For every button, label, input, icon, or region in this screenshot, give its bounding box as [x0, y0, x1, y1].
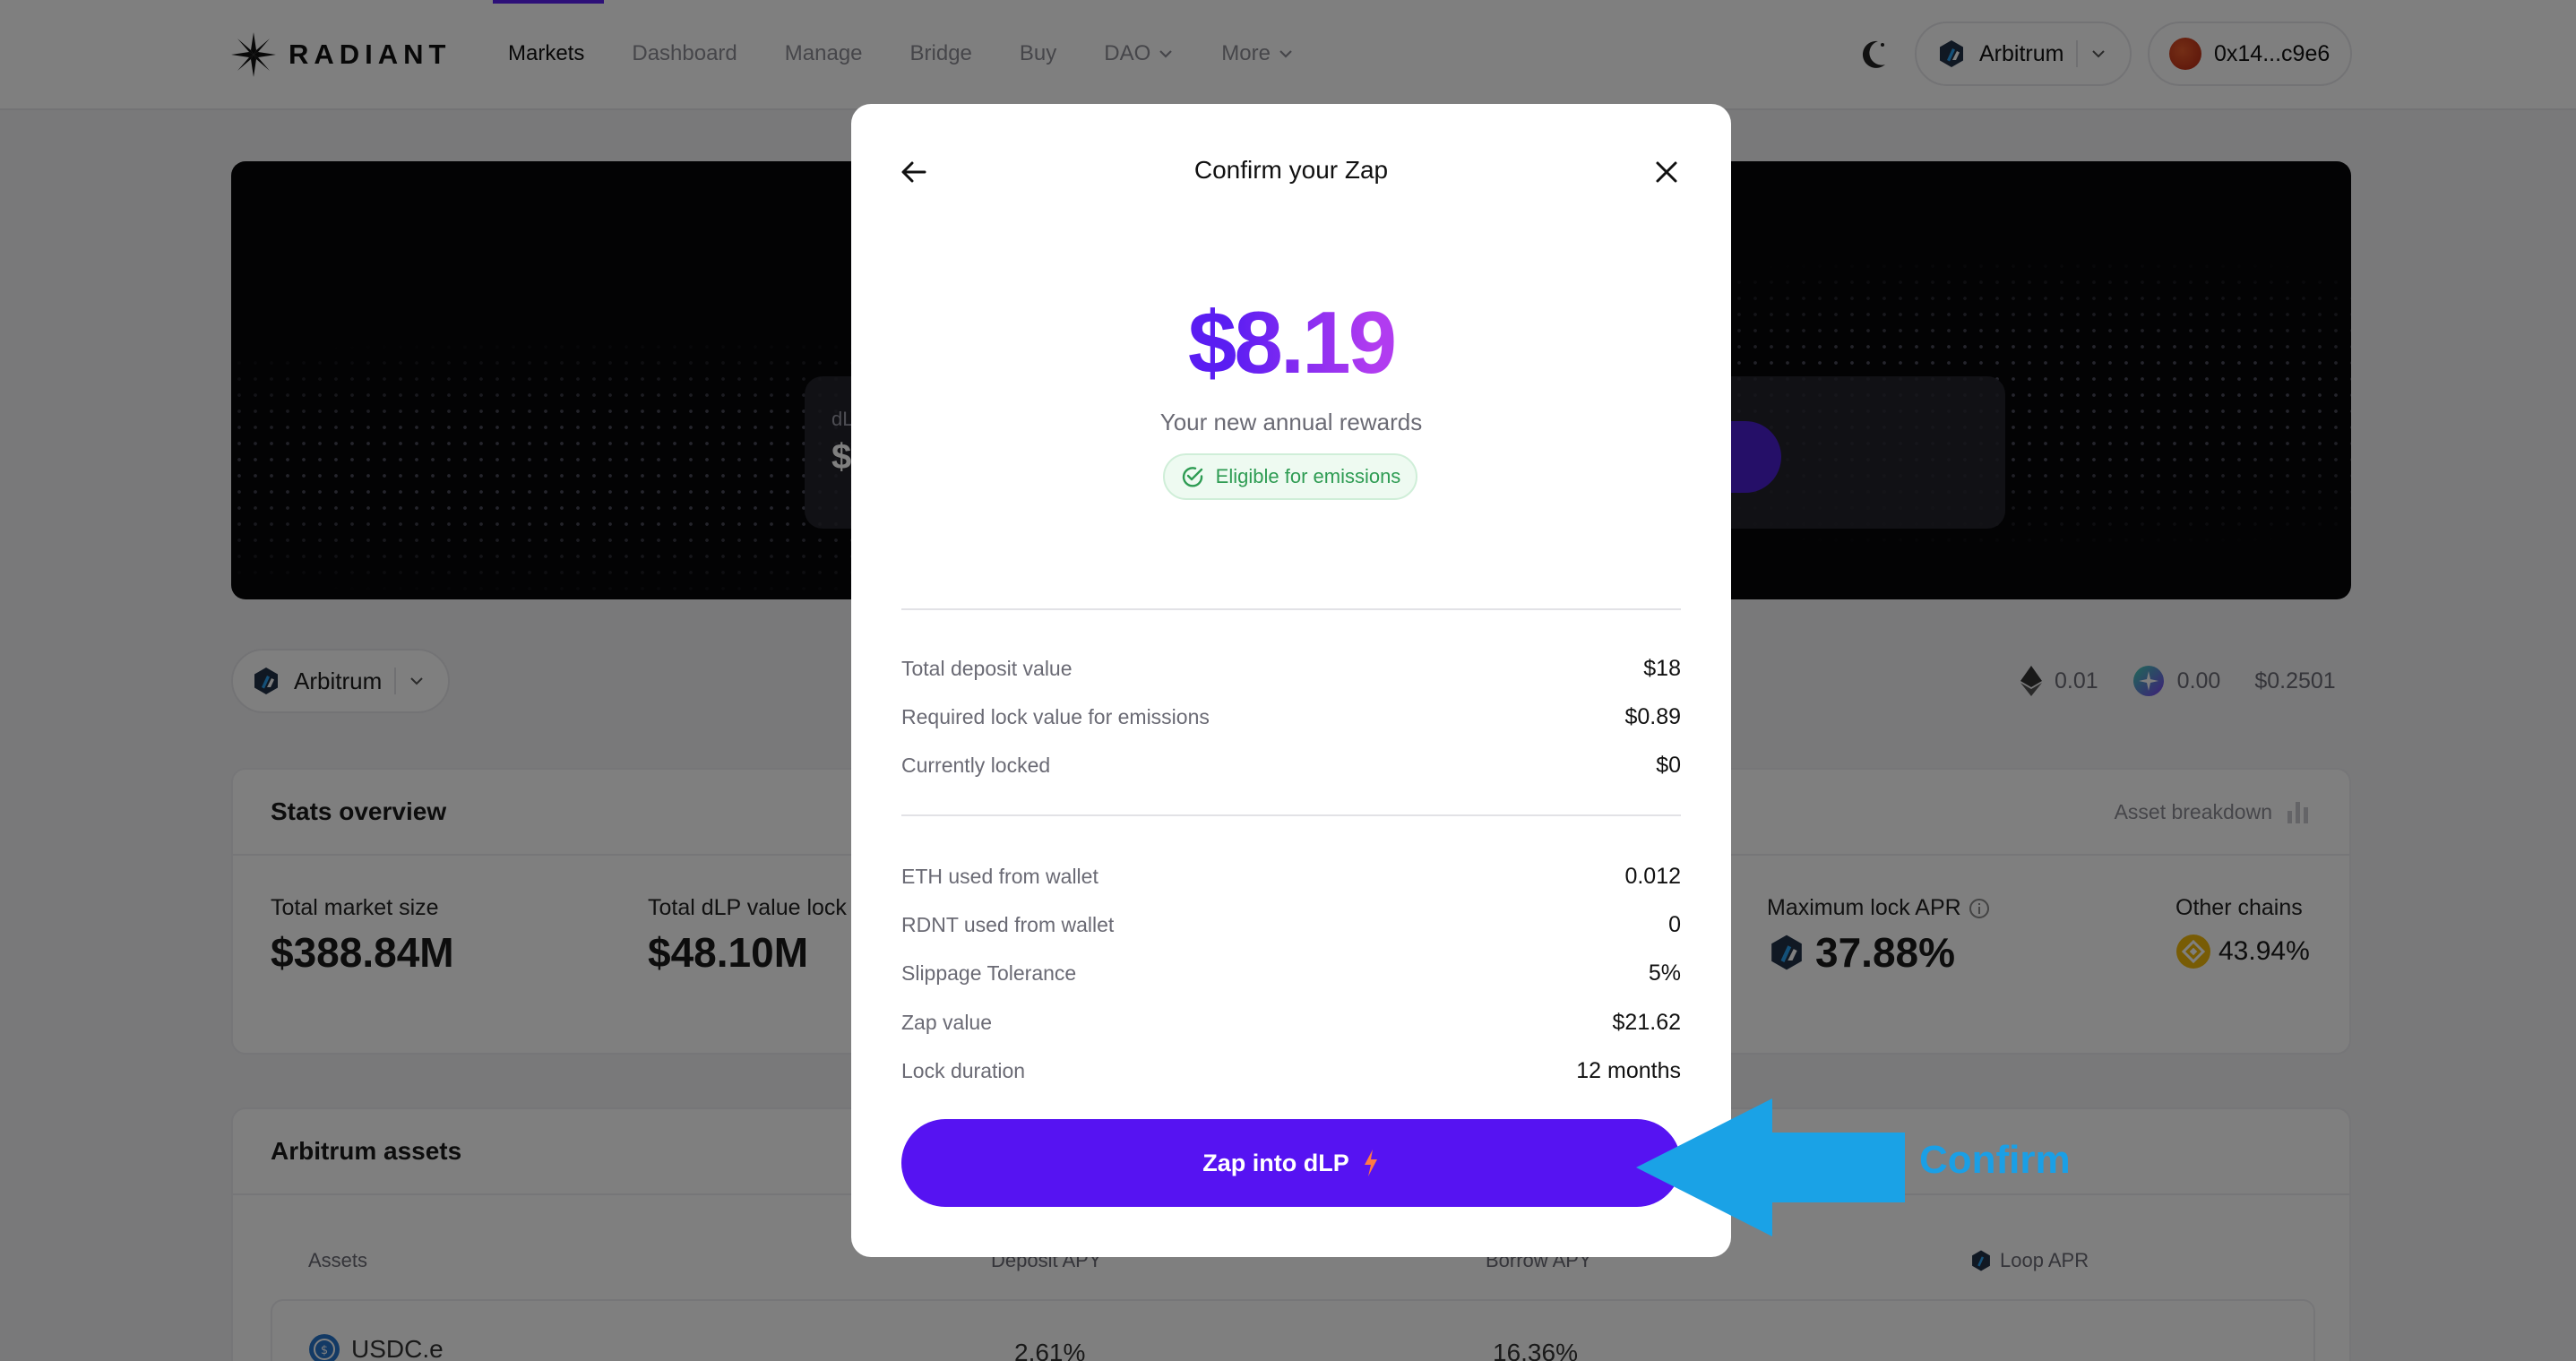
- detail-row-required-lock: Required lock value for emissions $0.89: [901, 704, 1681, 730]
- lightning-icon: [1364, 1150, 1377, 1176]
- detail-label: Zap value: [901, 1011, 993, 1034]
- detail-row-lock-duration: Lock duration 12 months: [901, 1058, 1681, 1084]
- zap-into-dlp-button[interactable]: Zap into dLP: [901, 1119, 1681, 1207]
- annual-rewards-amount: $8.19: [851, 292, 1731, 393]
- detail-label: ETH used from wallet: [901, 865, 1098, 888]
- detail-label: Required lock value for emissions: [901, 705, 1210, 728]
- detail-row-total-deposit: Total deposit value $18: [901, 656, 1681, 682]
- annual-rewards-label: Your new annual rewards: [1159, 409, 1423, 435]
- detail-value: $0: [1656, 753, 1681, 778]
- detail-row-zap-value: Zap value $21.62: [901, 1010, 1681, 1036]
- detail-value: $21.62: [1612, 1010, 1681, 1035]
- eligibility-badge: Eligible for emissions: [1163, 453, 1417, 500]
- detail-value: $0.89: [1624, 704, 1681, 729]
- detail-label: Lock duration: [901, 1059, 1026, 1082]
- detail-label: Slippage Tolerance: [901, 961, 1077, 985]
- detail-value: 0.012: [1624, 864, 1681, 889]
- annotation-confirm-label: Confirm: [1919, 1138, 2071, 1182]
- divider: [901, 608, 1681, 610]
- confirm-zap-modal: Confirm your Zap $8.19 Your new annual r…: [851, 104, 1731, 1257]
- detail-row-currently-locked: Currently locked $0: [901, 753, 1681, 779]
- detail-value: 12 months: [1576, 1058, 1681, 1083]
- close-icon[interactable]: [1650, 156, 1683, 188]
- detail-row-eth-used: ETH used from wallet 0.012: [901, 864, 1681, 890]
- check-circle-icon: [1182, 467, 1202, 487]
- divider: [901, 814, 1681, 816]
- detail-label: Total deposit value: [901, 657, 1073, 680]
- eligibility-badge-text: Eligible for emissions: [1215, 465, 1401, 487]
- detail-value: 5%: [1648, 960, 1681, 986]
- zap-button-label: Zap into dLP: [1202, 1149, 1349, 1176]
- detail-row-slippage: Slippage Tolerance 5%: [901, 960, 1681, 986]
- detail-label: RDNT used from wallet: [901, 913, 1115, 936]
- annual-rewards-amount-text: $8.19: [1187, 293, 1397, 392]
- detail-value: 0: [1668, 912, 1681, 937]
- modal-title: Confirm your Zap: [1193, 156, 1389, 184]
- annotation-arrow-icon: [1636, 1098, 1905, 1236]
- detail-label: Currently locked: [901, 754, 1051, 777]
- detail-value: $18: [1643, 656, 1681, 681]
- detail-row-rdnt-used: RDNT used from wallet 0: [901, 912, 1681, 938]
